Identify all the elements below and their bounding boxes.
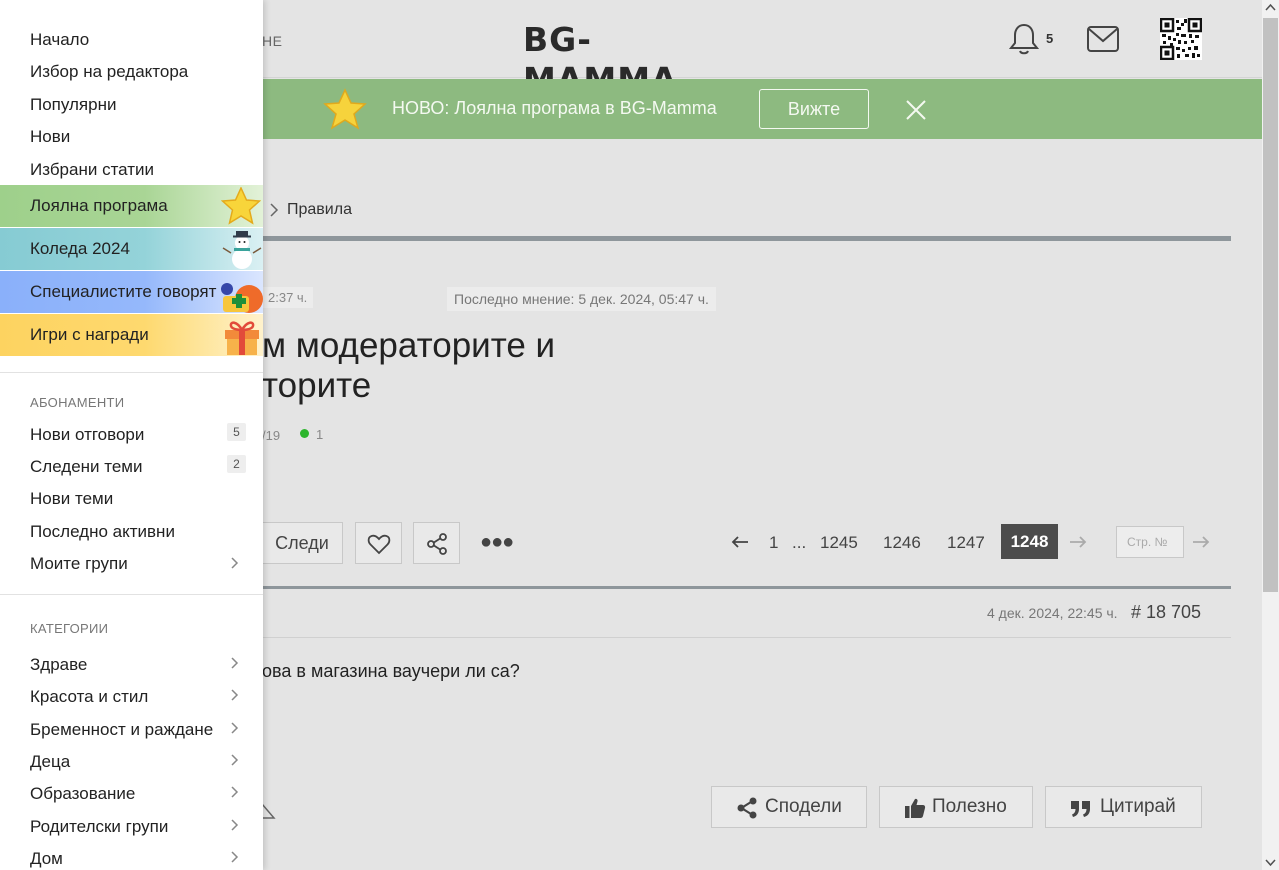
scrollbar-thumb[interactable] xyxy=(1263,18,1278,592)
chevron-right-icon[interactable] xyxy=(230,818,239,832)
menu-item-specialists-talk[interactable]: Специалистите говорят xyxy=(0,271,263,313)
next-page-arrow-icon[interactable] xyxy=(1068,530,1088,554)
menu-item-new-topics[interactable]: Нови теми xyxy=(30,489,113,509)
menu-item-christmas-2024[interactable]: Коледа 2024 xyxy=(0,228,263,270)
snowman-icon xyxy=(222,231,262,269)
heart-icon xyxy=(367,534,391,555)
menu-category-parent-groups[interactable]: Родителски групи xyxy=(30,817,168,837)
section-divider xyxy=(262,236,1231,241)
followed-topics-badge: 2 xyxy=(227,455,246,473)
menu-item-my-groups[interactable]: Моите групи xyxy=(30,554,128,574)
menu-divider xyxy=(0,372,263,373)
scroll-down-arrow-icon[interactable] xyxy=(1265,857,1276,868)
pagination-ellipsis: ... xyxy=(792,533,807,552)
page-link[interactable]: 1247 xyxy=(947,533,985,553)
menu-item-featured-articles[interactable]: Избрани статии xyxy=(30,160,154,180)
posts-divider xyxy=(262,586,1231,589)
breadcrumb-current[interactable]: Правила xyxy=(287,201,352,219)
go-to-page-arrow-icon[interactable] xyxy=(1191,530,1211,554)
post-date: 4 дек. 2024, 22:45 ч. xyxy=(987,605,1118,621)
subscriptions-heading: АБОНАМЕНТИ xyxy=(30,395,125,410)
useful-button[interactable]: Полезно xyxy=(879,786,1033,828)
share-icon xyxy=(737,797,757,819)
post-header-divider xyxy=(262,637,1231,638)
menu-item-new-replies[interactable]: Нови отговори xyxy=(30,425,144,445)
menu-category-pregnancy[interactable]: Бременност и раждане xyxy=(30,720,213,740)
mail-icon[interactable] xyxy=(1086,24,1120,54)
side-menu: Начало Избор на редактора Популярни Нови… xyxy=(0,0,263,870)
scroll-up-arrow-icon[interactable] xyxy=(1265,2,1276,13)
gift-icon xyxy=(225,321,259,355)
bell-icon[interactable] xyxy=(1008,22,1040,56)
medical-icon xyxy=(221,283,263,313)
categories-heading: КАТЕГОРИИ xyxy=(30,621,109,636)
topic-last-post: Последно мнение: 5 дек. 2024, 05:47 ч. xyxy=(447,287,716,311)
menu-item-label: Игри с награди xyxy=(30,325,149,344)
online-indicator xyxy=(300,429,309,438)
page-link[interactable]: 1245 xyxy=(820,533,858,553)
page-link-first[interactable]: 1 xyxy=(769,533,778,553)
menu-item-home[interactable]: Начало xyxy=(30,30,89,50)
quote-button[interactable]: Цитирай xyxy=(1045,786,1202,828)
new-replies-badge: 5 xyxy=(227,423,246,441)
follow-button[interactable]: Следи xyxy=(262,522,343,564)
menu-item-loyalty-program[interactable]: Лоялна програма xyxy=(0,185,263,227)
favorite-button[interactable] xyxy=(355,522,402,564)
notifications-count: 5 xyxy=(1046,31,1054,46)
star-icon xyxy=(323,88,367,130)
promo-view-button[interactable]: Вижте xyxy=(759,89,869,129)
share-topic-button[interactable] xyxy=(413,522,460,564)
qr-code-icon[interactable] xyxy=(1160,18,1202,60)
menu-category-health[interactable]: Здраве xyxy=(30,655,87,675)
site-logo[interactable]: BG-MAMMA xyxy=(523,20,741,99)
chevron-right-icon[interactable] xyxy=(230,785,239,799)
page-number-input[interactable]: Стр. № xyxy=(1116,526,1184,558)
share-post-label: Сподели xyxy=(765,796,842,817)
thumbs-up-icon xyxy=(905,798,926,818)
post-text: ова в магазина ваучери ли са? xyxy=(262,661,520,681)
page-link[interactable]: 1246 xyxy=(883,533,921,553)
post-number[interactable]: # 18 705 xyxy=(1131,602,1201,623)
chevron-right-icon[interactable] xyxy=(230,753,239,767)
menu-item-prize-games[interactable]: Игри с награди xyxy=(0,314,263,356)
star-icon xyxy=(221,187,261,225)
useful-label: Полезно xyxy=(932,796,1007,817)
quote-label: Цитирай xyxy=(1100,796,1176,817)
chevron-right-icon[interactable] xyxy=(230,656,239,670)
share-post-button[interactable]: Сподели xyxy=(711,786,867,828)
topic-stat: /19 xyxy=(262,428,281,443)
share-icon xyxy=(427,533,447,555)
online-count: 1 xyxy=(316,427,324,442)
menu-item-recently-active[interactable]: Последно активни xyxy=(30,522,175,542)
topic-title-line2: торите xyxy=(262,366,372,405)
menu-category-beauty[interactable]: Красота и стил xyxy=(30,687,148,707)
menu-item-label: Коледа 2024 xyxy=(30,239,130,258)
chevron-right-icon xyxy=(270,203,279,217)
promo-text: НОВО: Лоялна програма в BG-Mamma xyxy=(392,98,717,118)
chevron-right-icon[interactable] xyxy=(230,688,239,702)
header-nav-fragment[interactable]: НЕ xyxy=(262,33,282,49)
menu-category-children[interactable]: Деца xyxy=(30,752,70,772)
chevron-right-icon[interactable] xyxy=(230,850,239,864)
chevron-right-icon[interactable] xyxy=(230,556,239,570)
chevron-right-icon[interactable] xyxy=(230,721,239,735)
menu-category-education[interactable]: Образование xyxy=(30,784,135,804)
menu-item-popular[interactable]: Популярни xyxy=(30,95,116,115)
topic-title-line1: м модераторите и xyxy=(262,326,556,365)
menu-category-home[interactable]: Дом xyxy=(30,849,63,869)
quote-icon xyxy=(1071,801,1090,817)
topic-created-date: 2:37 ч. xyxy=(262,287,314,308)
prev-page-arrow-icon[interactable] xyxy=(730,530,750,554)
menu-item-followed-topics[interactable]: Следени теми xyxy=(30,457,143,477)
menu-item-label: Специалистите говорят xyxy=(30,282,217,301)
menu-item-label: Лоялна програма xyxy=(30,196,168,215)
report-icon[interactable] xyxy=(262,800,276,820)
page-link-current[interactable]: 1248 xyxy=(1001,524,1058,559)
menu-item-editors-choice[interactable]: Избор на редактора xyxy=(30,62,188,82)
close-icon[interactable] xyxy=(905,99,927,121)
more-options-icon[interactable]: ●●● xyxy=(480,530,514,554)
menu-divider xyxy=(0,594,263,595)
menu-item-new[interactable]: Нови xyxy=(30,127,70,147)
